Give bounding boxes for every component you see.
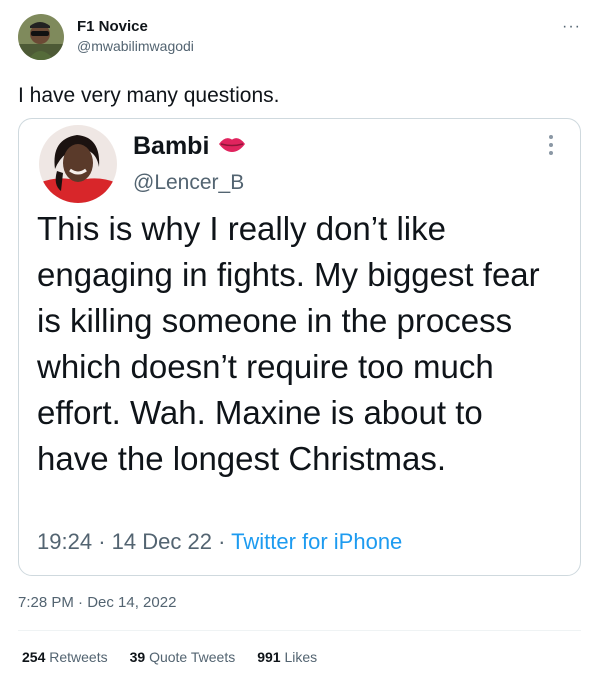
likes-count: 991: [257, 649, 281, 665]
lips-icon: [217, 132, 247, 161]
quoted-more-icon[interactable]: [548, 135, 554, 157]
retweets-stat[interactable]: 254 Retweets: [22, 649, 108, 665]
quotes-label: Quote Tweets: [149, 649, 236, 665]
quoted-name: Bambi: [133, 132, 210, 160]
quoted-name-row[interactable]: Bambi: [133, 132, 247, 161]
quoted-meta: 19:24 · 14 Dec 22 · Twitter for iPhone: [37, 529, 402, 555]
meta-separator: ·: [98, 529, 106, 554]
tweet: F1 Novice @mwabilimwagodi ··· I have ver…: [0, 0, 599, 676]
quoted-source-link[interactable]: Twitter for iPhone: [231, 529, 402, 554]
quoted-avatar[interactable]: [39, 125, 117, 203]
retweets-label: Retweets: [49, 649, 108, 665]
author-name[interactable]: F1 Novice: [77, 18, 148, 35]
author-handle[interactable]: @mwabilimwagodi: [77, 38, 194, 54]
quotes-count: 39: [129, 649, 146, 665]
author-avatar[interactable]: [18, 14, 64, 60]
likes-label: Likes: [284, 649, 318, 665]
tweet-timestamp[interactable]: 7:28 PM · Dec 14, 2022: [18, 594, 176, 611]
quoted-tweet-card[interactable]: Bambi @Lencer_B This is why I really don…: [18, 118, 581, 576]
engagement-stats: 254 Retweets 39 Quote Tweets 991 Likes: [22, 649, 317, 665]
divider: [18, 630, 581, 631]
retweets-count: 254: [22, 649, 46, 665]
quoted-handle[interactable]: @Lencer_B: [133, 171, 244, 195]
quoted-time: 19:24: [37, 529, 93, 554]
likes-stat[interactable]: 991 Likes: [257, 649, 317, 665]
quoted-text: This is why I really don’t like engaging…: [37, 210, 540, 477]
quoted-date: 14 Dec 22: [111, 529, 212, 554]
more-options-icon[interactable]: ···: [562, 18, 581, 36]
quote-tweets-stat[interactable]: 39 Quote Tweets: [130, 649, 236, 665]
meta-separator: ·: [218, 529, 226, 554]
tweet-text: I have very many questions.: [18, 84, 280, 107]
